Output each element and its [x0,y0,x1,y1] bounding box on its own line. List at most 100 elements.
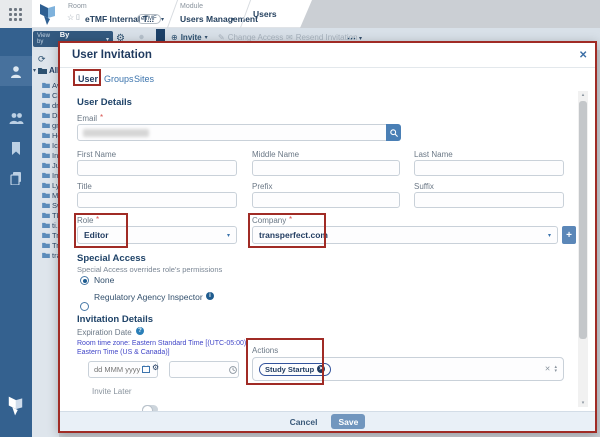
clear-icon[interactable]: ✕ [545,365,551,373]
folder-open-icon [38,67,47,74]
tab-user[interactable]: User [78,74,98,84]
title-label: Title [77,182,92,191]
cancel-button[interactable]: Cancel [290,417,318,427]
tree-item[interactable]: Di [42,110,59,120]
refresh-icon[interactable]: ⟳ [38,54,46,65]
tree-item[interactable]: Ice [42,140,59,150]
folder-icon [42,122,50,128]
tree-item[interactable]: dr [42,100,59,110]
module-caret-icon[interactable]: ▾ [231,16,234,23]
suffix-field[interactable] [414,192,564,208]
radio-inspector-label: Regulatory Agency Inspector [94,292,203,302]
prefix-field[interactable] [252,192,400,208]
expiration-time-field[interactable] [169,361,239,378]
tree-item[interactable]: Lyn [42,180,59,190]
modal-scrollbar[interactable]: ▴ ▾ [578,91,588,407]
email-field[interactable] [77,124,400,141]
app-grid-tile[interactable] [0,0,32,28]
tree-item[interactable]: Tra [42,230,59,240]
role-value: Editor [84,230,227,240]
folder-icon [42,192,50,198]
save-button[interactable]: Save [331,414,365,429]
rail-item-users[interactable] [0,56,32,86]
rail-item-bookmarks[interactable] [0,142,32,155]
company-value: transperfect.com [259,230,548,240]
users-crumb[interactable]: Users [253,9,277,19]
module-selector[interactable]: Users Management [180,14,258,24]
room-type-badge: eTMF [137,14,161,24]
role-label: Role [77,216,93,225]
company-dropdown[interactable]: transperfect.com ▾ [252,226,558,244]
tree-item[interactable]: Jus [42,160,59,170]
required-asterisk: * [289,215,292,224]
last-name-field[interactable] [414,160,564,176]
scroll-up-icon[interactable]: ▴ [578,92,588,98]
group-icon [9,112,24,124]
first-name-field[interactable] [77,160,237,176]
radio-none[interactable] [80,276,89,285]
tree-item[interactable]: Sw [42,200,59,210]
tree-item[interactable]: ti.c [42,220,59,230]
tree-root-all[interactable]: ▾ All [33,66,59,75]
modal-footer: Cancel Save [60,411,595,431]
last-name-label: Last Name [414,150,453,159]
scrollbar-thumb[interactable] [579,101,587,339]
brand-logo-icon [7,396,24,416]
title-field[interactable] [77,192,237,208]
star-icon[interactable]: ☆ [67,13,74,22]
close-icon[interactable]: ✕ [579,50,587,61]
question-icon[interactable]: ? [136,327,144,335]
tree-item[interactable]: tra [42,250,59,260]
folder-icon [42,132,50,138]
tree-item[interactable]: Tra [42,240,59,250]
tree-expand-icon[interactable]: ▾ [33,67,36,74]
company-label: Company [252,216,286,225]
tab-sites[interactable]: Sites [134,74,154,84]
tab-groups[interactable]: Groups [104,74,134,84]
email-search-button[interactable] [386,124,401,141]
modal-title: User Invitation [72,49,152,61]
user-invitation-modal: User Invitation ✕ User Groups Sites User… [58,41,597,433]
invite-caret-icon: ▾ [205,34,208,41]
tree-item[interactable]: TI [42,210,59,220]
middle-name-field[interactable] [252,160,400,176]
user-details-heading: User Details [77,97,132,108]
folder-icon [42,222,50,228]
tree-item[interactable]: gm [42,120,59,130]
spinner-down-icon[interactable]: ▾ [554,369,557,373]
rail-item-documents[interactable] [0,172,32,185]
add-company-button[interactable]: + [562,226,576,244]
actions-chip[interactable]: Study Startup ✕ [259,363,331,376]
special-access-heading: Special Access [77,253,146,264]
rail-item-groups[interactable] [0,112,32,124]
actions-label: Actions [252,346,278,355]
role-dropdown[interactable]: Editor ▾ [77,226,237,244]
tree-item[interactable]: Int [42,150,59,160]
actions-multiselect[interactable]: Study Startup ✕ ✕ ▴ ▾ [252,357,564,381]
special-access-note: Special Access overrides role's permissi… [77,265,222,274]
info-icon[interactable]: i [206,292,214,300]
folder-icon [42,92,50,98]
tree-item[interactable]: Av [42,80,59,90]
module-label: Module [180,3,203,10]
radio-none-label: None [94,275,114,285]
calendar-icon[interactable] [142,365,150,373]
chip-remove-icon[interactable]: ✕ [317,365,325,373]
email-label: Email [77,114,97,123]
app-grid-icon [9,8,22,21]
tree-item[interactable]: Iml [42,170,59,180]
room-label: Room [68,3,87,10]
room-caret-icon[interactable]: ▾ [161,16,164,23]
radio-inspector[interactable] [80,302,89,311]
folder-icon [42,252,50,258]
scroll-down-icon[interactable]: ▾ [578,400,588,406]
folder-icon [42,232,50,238]
tree-item[interactable]: Ho [42,130,59,140]
tree-item[interactable]: Mil [42,190,59,200]
middle-name-label: Middle Name [252,150,299,159]
tree-item[interactable]: Ch [42,90,59,100]
redacted-email-value [83,129,149,137]
date-gear-icon[interactable]: ⚙ [152,363,159,372]
folder-icon [42,112,50,118]
role-caret-icon: ▾ [227,232,230,239]
